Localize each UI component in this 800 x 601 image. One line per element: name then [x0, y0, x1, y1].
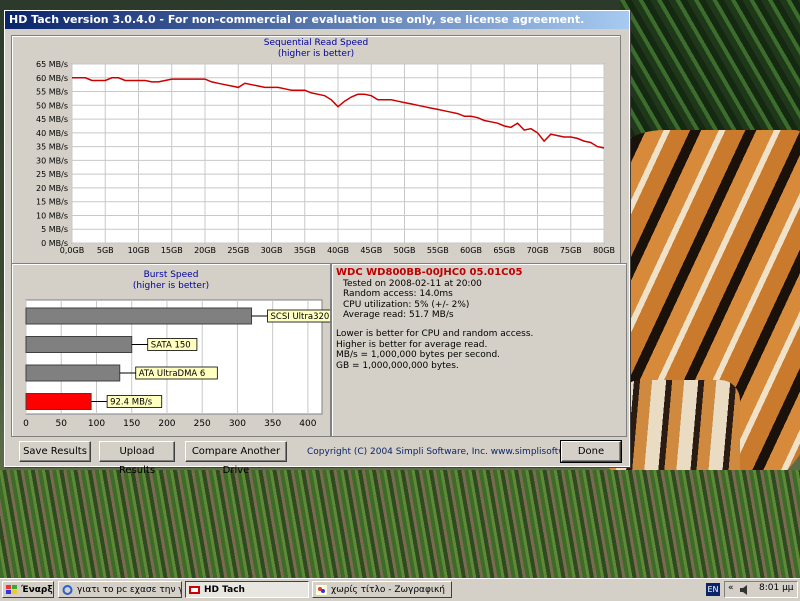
seq-y-tick-label: 65 MB/s	[36, 60, 68, 69]
wallpaper-foliage	[620, 0, 800, 140]
drive-model: WDC WD800BB-00JHC0 05.01C05	[336, 267, 523, 278]
burst-x-tick-label: 200	[158, 419, 175, 429]
seq-x-tick-label: 60GB	[460, 246, 482, 255]
clock: 8:01 μμ	[759, 583, 794, 593]
burst-x-tick-label: 400	[299, 419, 316, 429]
seq-y-tick-label: 40 MB/s	[36, 129, 68, 138]
seq-x-tick-label: 5GB	[97, 246, 114, 255]
start-button[interactable]: Έναρξη	[2, 581, 54, 598]
seq-x-tick-label: 10GB	[128, 246, 150, 255]
seq-x-tick-label: 15GB	[161, 246, 183, 255]
seq-y-tick-label: 15 MB/s	[36, 198, 68, 207]
seq-y-tick-label: 50 MB/s	[36, 101, 68, 110]
seq-x-tick-label: 55GB	[427, 246, 449, 255]
burst-bar	[25, 393, 92, 410]
seq-x-tick-label: 40GB	[327, 246, 349, 255]
volume-icon[interactable]	[740, 585, 751, 595]
compare-drive-button[interactable]: Compare Another Drive	[185, 441, 287, 476]
taskbar-item-label: HD Tach	[204, 585, 245, 595]
seq-y-tick-label: 5 MB/s	[41, 225, 68, 234]
copyright-text: Copyright (C) 2004 Simpli Software, Inc.…	[307, 447, 603, 457]
burst-speed-chart: 0 50 100 150 200 250 300 350 400 SCSI Ultra320 SAT…	[23, 299, 330, 429]
windows-logo-icon	[6, 585, 17, 594]
save-results-button[interactable]: Save Results	[19, 441, 91, 462]
seq-y-tick-label: 60 MB/s	[36, 74, 68, 83]
window-title[interactable]: HD Tach version 3.0.4.0 - For non-commer…	[5, 11, 629, 29]
note-lower-better: Lower is better for CPU and random acces…	[336, 328, 534, 339]
seq-x-tick-label: 75GB	[560, 246, 582, 255]
burst-bar	[25, 336, 133, 353]
seq-x-tick-label: 65GB	[493, 246, 515, 255]
seq-y-tick-label: 35 MB/s	[36, 143, 68, 152]
sequential-read-panel: Sequential Read Speed (higher is better)…	[11, 35, 621, 269]
burst-x-tick-label: 150	[123, 419, 140, 429]
seq-y-tick-label: 25 MB/s	[36, 170, 68, 179]
taskbar: Έναρξη γιατι το pc εχασε την γρ... HD Ta…	[0, 578, 800, 601]
random-access: Random access: 14.0ms	[343, 289, 453, 300]
burst-bar-label: 92.4 MB/s	[110, 398, 153, 408]
wallpaper-grass	[0, 470, 800, 578]
seq-x-tick-label: 25GB	[227, 246, 249, 255]
seq-x-tick-label: 70GB	[527, 246, 549, 255]
internet-explorer-icon	[62, 585, 73, 595]
hdtach-window: HD Tach version 3.0.4.0 - For non-commer…	[4, 10, 630, 476]
burst-x-tick-label: 0	[23, 419, 29, 429]
seq-x-tick-label: 35GB	[294, 246, 316, 255]
sequential-read-chart: 65 MB/s 60 MB/s 55 MB/s 50 MB/s 45 MB/s 40 MB…	[36, 60, 615, 255]
average-read: Average read: 51.7 MB/s	[343, 310, 454, 321]
burst-x-tick-label: 250	[194, 419, 211, 429]
start-label: Έναρξη	[21, 585, 53, 595]
note-gb-def: GB = 1,000,000,000 bytes.	[336, 360, 459, 371]
upload-results-button[interactable]: Upload Results	[99, 441, 175, 476]
cpu-utilization: CPU utilization: 5% (+/- 2%)	[343, 299, 470, 310]
hdtach-app-icon	[189, 586, 200, 594]
seq-y-tick-label: 55 MB/s	[36, 88, 68, 97]
taskbar-item-hdtach[interactable]: HD Tach	[185, 581, 309, 598]
seq-y-tick-label: 20 MB/s	[36, 184, 68, 193]
test-date: Tested on 2008-02-11 at 20:00	[343, 278, 482, 289]
seq-x-tick-label: 50GB	[394, 246, 416, 255]
tray-expand-icon[interactable]: «	[728, 583, 734, 593]
burst-bar-label: SATA 150	[151, 341, 191, 351]
burst-bar-label: SCSI Ultra320	[271, 312, 330, 322]
burst-bar-label: ATA UltraDMA 6	[139, 369, 206, 379]
language-indicator[interactable]: EN	[706, 583, 720, 596]
note-higher-better: Higher is better for average read.	[336, 339, 488, 350]
taskbar-item-paint[interactable]: χωρίς τίτλο - Ζωγραφική	[312, 581, 452, 598]
burst-x-tick-label: 350	[264, 419, 281, 429]
seq-x-tick-label: 45GB	[360, 246, 382, 255]
burst-x-tick-label: 300	[229, 419, 246, 429]
taskbar-item-label: χωρίς τίτλο - Ζωγραφική	[331, 585, 445, 595]
system-tray: « 8:01 μμ	[724, 581, 798, 598]
burst-bar	[25, 307, 253, 325]
seq-y-tick-label: 30 MB/s	[36, 156, 68, 165]
seq-x-tick-label: 30GB	[261, 246, 283, 255]
seq-y-tick-label: 45 MB/s	[36, 115, 68, 124]
note-mbs-def: MB/s = 1,000,000 bytes per second.	[336, 350, 501, 361]
taskbar-item-ie[interactable]: γιατι το pc εχασε την γρ...	[58, 581, 182, 598]
seq-x-tick-label: 0,0GB	[60, 246, 84, 255]
seq-y-tick-label: 10 MB/s	[36, 211, 68, 220]
burst-x-tick-label: 50	[56, 419, 68, 429]
seq-x-tick-label: 80GB	[593, 246, 615, 255]
burst-x-tick-label: 100	[88, 419, 105, 429]
burst-speed-panel: Burst Speed (higher is better) 0 50 100 150…	[11, 263, 331, 437]
burst-bar	[25, 364, 121, 382]
seq-x-tick-label: 20GB	[194, 246, 216, 255]
taskbar-item-label: γιατι το pc εχασε την γρ...	[77, 585, 181, 595]
drive-info-panel: WDC WD800BB-00JHC0 05.01C05 Tested on 20…	[331, 263, 627, 437]
done-button[interactable]: Done	[560, 440, 622, 463]
paint-icon	[316, 585, 327, 595]
